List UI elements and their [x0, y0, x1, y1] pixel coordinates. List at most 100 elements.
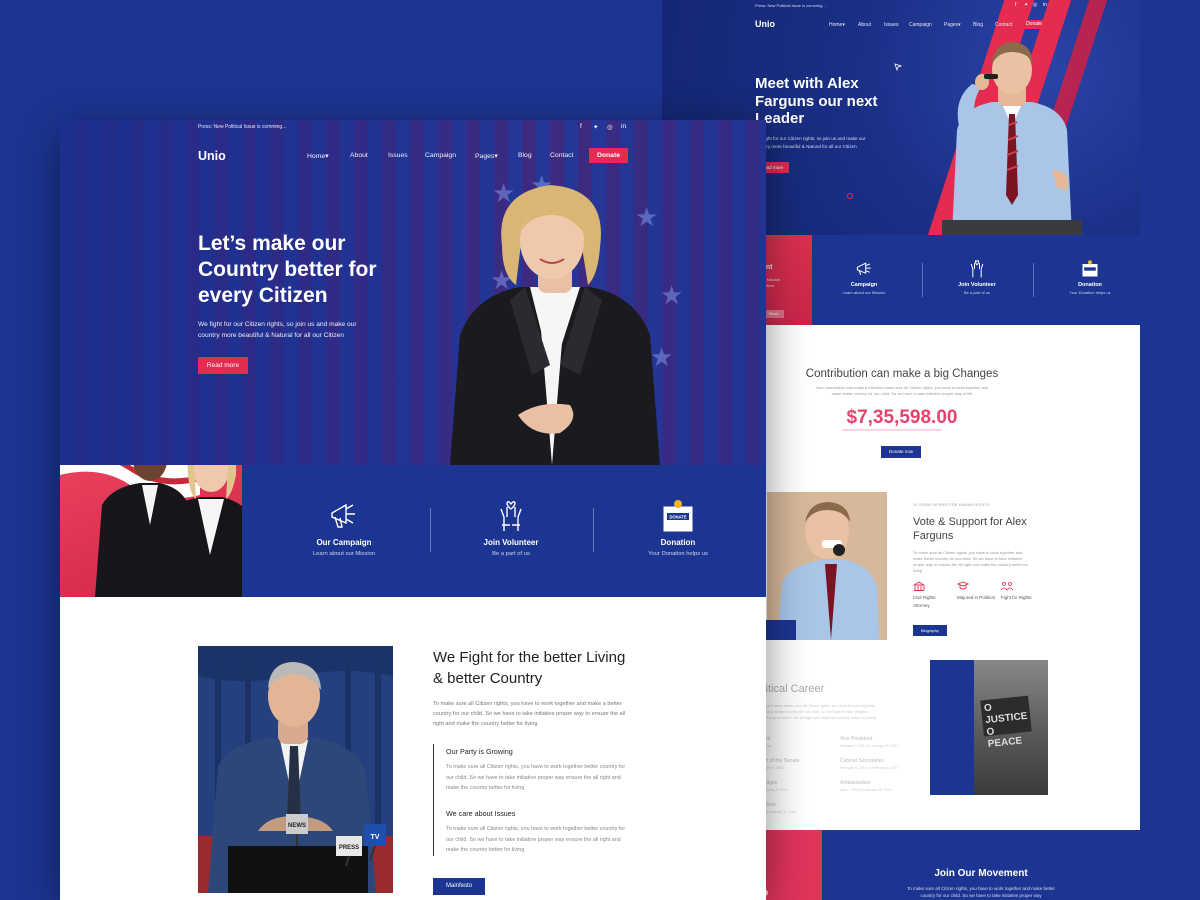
career-item-date: February 9, 2013 to January 29, 2015	[840, 744, 899, 748]
candidate-woman-photo	[450, 185, 660, 465]
back-nav-pages[interactable]: Pages▾	[944, 22, 961, 28]
candidate-photo	[767, 492, 887, 640]
supporters-photo	[95, 465, 242, 597]
fight-title: We Fight for the better Living & better …	[433, 649, 626, 687]
features-red-panel	[60, 465, 242, 597]
fight-item-text: To make sure all Citizen rights, you hav…	[446, 826, 626, 853]
courthouse-icon	[913, 581, 925, 591]
career-item: Ambassadors April 7, 2019 to January 20, …	[840, 780, 892, 792]
back-donate-button[interactable]: Donate	[1021, 20, 1047, 29]
vote-item-label: Fight for Rights	[1001, 595, 1032, 600]
speaker-man-photo	[942, 42, 1082, 235]
donation-box-icon	[1082, 260, 1098, 277]
back-feature-subtitle: Be a part of us	[963, 290, 990, 295]
feature-subtitle: Your Donation helps us	[648, 551, 708, 557]
cursor-arrow-icon	[894, 63, 902, 71]
people-icon	[1001, 582, 1013, 591]
back-nav-home[interactable]: Home▾	[829, 22, 845, 28]
back-nav-blog[interactable]: Blog	[973, 22, 983, 28]
mic-label: NEWS	[288, 823, 306, 829]
contribution-title: Contribution can make a big Changes	[805, 368, 999, 380]
nav-campaign[interactable]: Campaign	[425, 152, 456, 159]
hero-title: Let’s make our Country better for every …	[198, 232, 377, 307]
fight-text: To make sure all Citizen rights, you hav…	[433, 701, 626, 727]
linkedin-icon[interactable]: in	[621, 123, 626, 130]
instagram-icon[interactable]: ◎	[1033, 2, 1037, 8]
divider	[1033, 263, 1034, 297]
donate-now-button[interactable]: Donate now	[881, 446, 921, 458]
protest-sign-text: O JUSTICE O PEACE	[980, 695, 1032, 750]
donate-button[interactable]: Donate	[589, 148, 628, 163]
nav-issues[interactable]: Issues	[388, 152, 408, 159]
back-feature-title: Join Volunteer	[958, 282, 996, 288]
career-title: olitical Career	[757, 683, 825, 695]
raised-hands-icon	[500, 501, 522, 531]
nav-contact[interactable]: Contact	[550, 152, 573, 159]
nav-pages[interactable]: Pages▾	[475, 152, 498, 160]
read-more-button[interactable]: Read more	[198, 357, 248, 374]
feature-subtitle: Learn about our Mission	[312, 551, 376, 557]
speaker-podium-photo: NEWS PRESS TV	[198, 646, 393, 893]
back-nav-contact[interactable]: Contact	[995, 22, 1012, 28]
back-nav-campaign[interactable]: Campaign	[909, 22, 932, 28]
amount-underline	[842, 429, 942, 431]
vote-kicker: 10 YEARS WORKS FOR HUMAN RIGHTS	[913, 503, 990, 507]
vote-item-political: Majored in Political	[957, 581, 997, 602]
feature-title: Join Volunteer	[483, 538, 539, 547]
vote-item-label: Majored in Political	[957, 595, 995, 600]
nav-home[interactable]: Home▾	[307, 152, 329, 160]
fight-item-title: Our Party is Growing	[446, 747, 513, 756]
fight-section: NEWS PRESS TV We Fight for the better Li…	[60, 597, 766, 900]
facebook-icon[interactable]: f	[580, 123, 582, 130]
vote-title: Vote & Support for Alex Farguns	[913, 516, 1027, 542]
back-nav-about[interactable]: About	[858, 22, 871, 28]
vote-text: To make sure all Citizen rights, you hav…	[913, 550, 1028, 573]
nav-about[interactable]: About	[350, 152, 368, 159]
front-logo[interactable]: Unio	[198, 149, 226, 163]
donation-box-icon: DONATE	[663, 500, 693, 532]
back-nav-issues[interactable]: Issues	[884, 22, 898, 28]
back-feature-donation[interactable]: Donation Your Donation helps us	[1055, 259, 1125, 295]
linkedin-icon[interactable]: in	[1043, 2, 1047, 8]
back-feature-title: Campaign	[850, 282, 878, 288]
join-text: To make sure all Citizen rights, you hav…	[906, 886, 1056, 898]
career-item-title: Vice President	[840, 736, 873, 742]
divider	[593, 508, 594, 552]
vote-item-civil-rights: Civil Rights Attorney	[913, 581, 953, 610]
quote-bar	[433, 744, 434, 856]
back-logo[interactable]: Unio	[755, 19, 775, 29]
career-item-date: April 7, 2019 to January 20, 2020	[840, 788, 892, 792]
biography-button[interactable]: Biography	[913, 625, 947, 636]
twitter-icon[interactable]: ✦	[1024, 2, 1028, 8]
instagram-icon[interactable]: ◎	[607, 123, 613, 131]
back-feature-campaign[interactable]: Campaign Learn about our Mission	[829, 259, 899, 295]
mic-label: TV	[371, 834, 380, 841]
contribution-amount: $7,35,598.00	[846, 407, 958, 428]
facebook-icon[interactable]: f	[1015, 2, 1016, 8]
front-hero: ★ ★ ★ ★ ★ ★ ★ ★ ★ Press: New Political I…	[60, 120, 766, 465]
feature-donation[interactable]: DONATE Donation Your Donation helps us	[623, 499, 733, 557]
feature-title: Donation	[660, 538, 696, 547]
divider	[430, 508, 431, 552]
back-hero-title: Meet with Alex Farguns our next Leader	[755, 75, 878, 127]
back-feature-subtitle: Your Donation helps us	[1069, 290, 1111, 295]
career-item-title: Cabinet Secretaries	[840, 758, 884, 764]
front-screen-preview: ★ ★ ★ ★ ★ ★ ★ ★ ★ Press: New Political I…	[60, 120, 766, 900]
vote-item-fight: Fight for Rights	[1001, 581, 1041, 602]
career-text: Political Career make sure all Citizen r…	[757, 704, 876, 720]
feature-campaign[interactable]: Our Campaign Learn about our Mission	[289, 499, 399, 557]
feature-volunteer[interactable]: Join Volunteer Be a part of us	[456, 499, 566, 557]
megaphone-icon	[856, 262, 871, 275]
nav-blog[interactable]: Blog	[518, 152, 532, 159]
slider-dot[interactable]	[847, 193, 853, 199]
feature-subtitle: Be a part of us	[492, 551, 530, 557]
join-title: Join Our Movement	[934, 868, 1028, 879]
fight-item-title: We care about Issues	[446, 809, 516, 818]
back-feature-volunteer[interactable]: Join Volunteer Be a part of us	[942, 259, 1012, 295]
twitter-icon[interactable]: ✦	[593, 123, 598, 131]
mic-label: PRESS	[339, 845, 359, 851]
manifesto-button[interactable]: Mainfesto	[433, 878, 485, 895]
decor-blue-block	[766, 620, 796, 640]
graduation-icon	[957, 581, 969, 590]
back-hero-subtitle: We fight for our Citizen rights, so join…	[755, 136, 866, 149]
